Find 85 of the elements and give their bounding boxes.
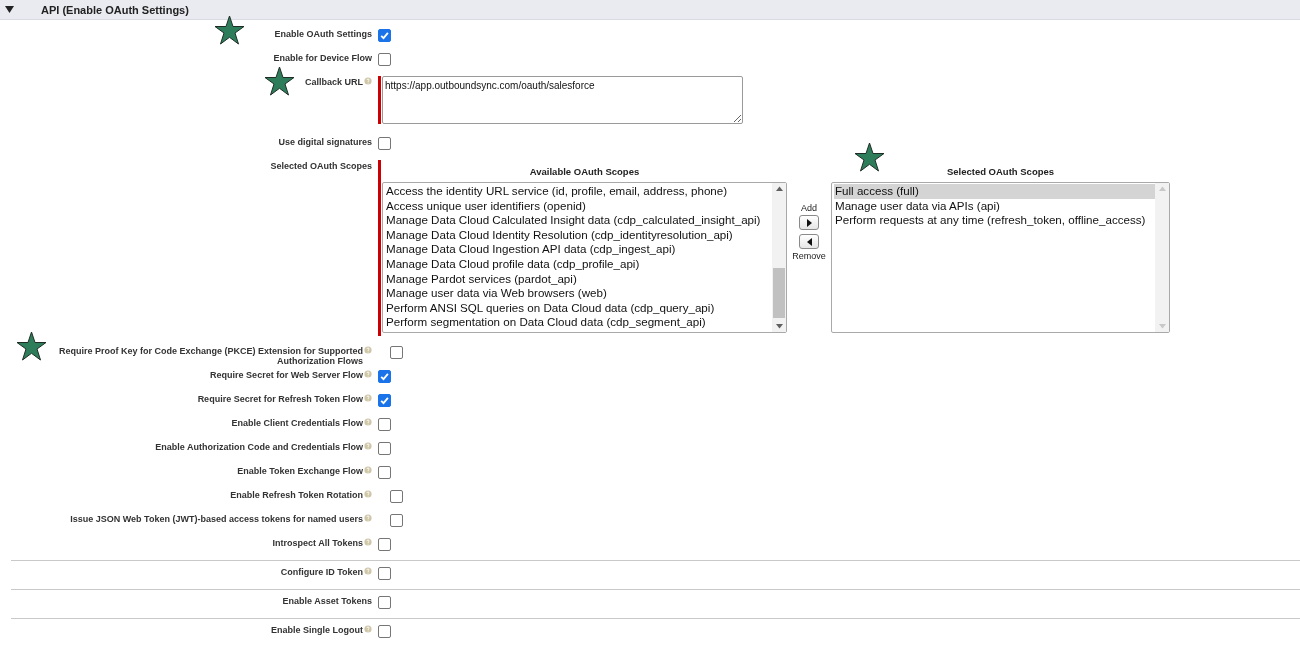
checkbox[interactable] [378, 442, 391, 455]
remove-label: Remove [792, 251, 826, 261]
checkbox[interactable] [378, 137, 391, 150]
field-label: Require Secret for Web Server Flow [210, 370, 363, 380]
add-label: Add [801, 203, 817, 213]
list-option[interactable]: Access the identity URL service (id, profile, email, address, phone) [385, 184, 772, 199]
field-label: Enable Token Exchange Flow [237, 466, 363, 476]
list-option[interactable]: Manage Data Cloud Ingestion API data (cdp_ingest_api) [385, 242, 772, 257]
checkbox[interactable] [390, 514, 403, 527]
list-heading: Selected OAuth Scopes [946, 166, 1055, 177]
list-option[interactable]: Access unique user identifiers (openid) [385, 198, 772, 214]
remove-button[interactable] [799, 234, 819, 249]
list-option[interactable]: Perform requests at any time (refresh_token, offline_access) [834, 213, 1155, 228]
checkbox[interactable] [378, 394, 391, 407]
help-icon [364, 567, 372, 575]
scroll-up-icon [1158, 186, 1166, 191]
checkmark-icon [379, 371, 390, 382]
scroll-up-icon [775, 186, 783, 191]
scope-list[interactable]: Full access (full) Manage user data via APIs (api) Perform requests at any time (refresh_token, offline_access) [831, 182, 1170, 333]
checkbox[interactable] [378, 466, 391, 479]
checkbox[interactable] [378, 53, 391, 66]
checkbox[interactable] [378, 418, 391, 431]
field-label: Enable Refresh Token Rotation [230, 490, 363, 500]
star-icon [264, 66, 295, 97]
list-option[interactable]: Manage Data Cloud Identity Resolution (cdp_identityresolution_api) [385, 227, 772, 243]
field-label: Enable for Device Flow [273, 53, 372, 63]
field-label: Selected OAuth Scopes [270, 161, 372, 171]
add-button[interactable] [799, 215, 819, 230]
checkbox[interactable] [390, 490, 403, 503]
list-option[interactable]: Full access (full) [834, 184, 1155, 199]
field-label: Require Proof Key for Code Exchange (PKCE) Extension for Supported Authorization Flows [57, 346, 363, 366]
star-icon [214, 15, 245, 46]
field-label: Enable Authorization Code and Credentials Flow [155, 442, 363, 452]
help-icon [364, 490, 372, 498]
list-option[interactable]: Manage user data via Web browsers (web) [385, 286, 772, 301]
right-triangle-icon [806, 218, 812, 227]
section-header[interactable]: API (Enable OAuth Settings) [0, 0, 1300, 20]
field-label: Enable OAuth Settings [274, 29, 372, 39]
list-option[interactable]: Perform segmentation on Data Cloud data (cdp_segment_api) [385, 315, 772, 330]
star-icon [854, 142, 885, 173]
help-icon [364, 466, 372, 474]
checkbox[interactable] [378, 596, 391, 609]
field-label: Enable Single Logout [271, 625, 363, 635]
callback-url-field[interactable]: https://app.outboundsync.com/oauth/salesforce [382, 76, 743, 124]
checkbox[interactable] [378, 29, 391, 42]
section-title: API (Enable OAuth Settings) [41, 3, 189, 16]
checkbox[interactable] [378, 370, 391, 383]
field-label: Use digital signatures [278, 137, 372, 147]
left-triangle-icon [806, 237, 812, 246]
field-label: Introspect All Tokens [272, 538, 363, 548]
star-icon [16, 331, 47, 362]
scrollbar[interactable] [1155, 183, 1169, 332]
checkbox[interactable] [378, 538, 391, 551]
collapse-triangle-icon [5, 6, 14, 13]
scrollbar[interactable] [772, 183, 786, 332]
help-icon [364, 538, 372, 546]
scope-list[interactable] [382, 182, 787, 333]
scroll-down-icon [775, 324, 783, 329]
checkmark-icon [379, 30, 390, 41]
list-option[interactable]: Manage Data Cloud profile data (cdp_profile_api) [385, 256, 772, 272]
help-icon [364, 346, 372, 354]
checkbox[interactable] [390, 346, 403, 359]
list-option[interactable]: Manage Pardot services (pardot_api) [385, 271, 772, 287]
field-label: Callback URL [304, 77, 363, 87]
help-icon [364, 370, 372, 378]
help-icon [364, 625, 372, 633]
scroll-thumb[interactable] [773, 268, 785, 318]
help-icon [364, 77, 372, 85]
checkbox[interactable] [378, 625, 391, 638]
help-icon [364, 394, 372, 402]
field-label: Require Secret for Refresh Token Flow [197, 394, 363, 404]
field-label: Enable Asset Tokens [282, 596, 372, 606]
checkmark-icon [379, 395, 390, 406]
help-icon [364, 514, 372, 522]
list-option[interactable]: Manage Data Cloud Calculated Insight data (cdp_calculated_insight_api) [385, 213, 772, 228]
list-option[interactable]: Perform ANSI SQL queries on Data Cloud data (cdp_query_api) [385, 300, 772, 316]
list-heading: Available OAuth Scopes [529, 166, 640, 177]
field-label: Issue JSON Web Token (JWT)-based access tokens for named users [70, 514, 363, 524]
scroll-down-icon [1158, 324, 1166, 329]
help-icon [364, 442, 372, 450]
list-option[interactable]: Manage user data via APIs (api) [834, 198, 1155, 214]
field-label: Enable Client Credentials Flow [231, 418, 363, 428]
checkbox[interactable] [378, 567, 391, 580]
help-icon [364, 418, 372, 426]
field-label: Configure ID Token [280, 567, 363, 577]
